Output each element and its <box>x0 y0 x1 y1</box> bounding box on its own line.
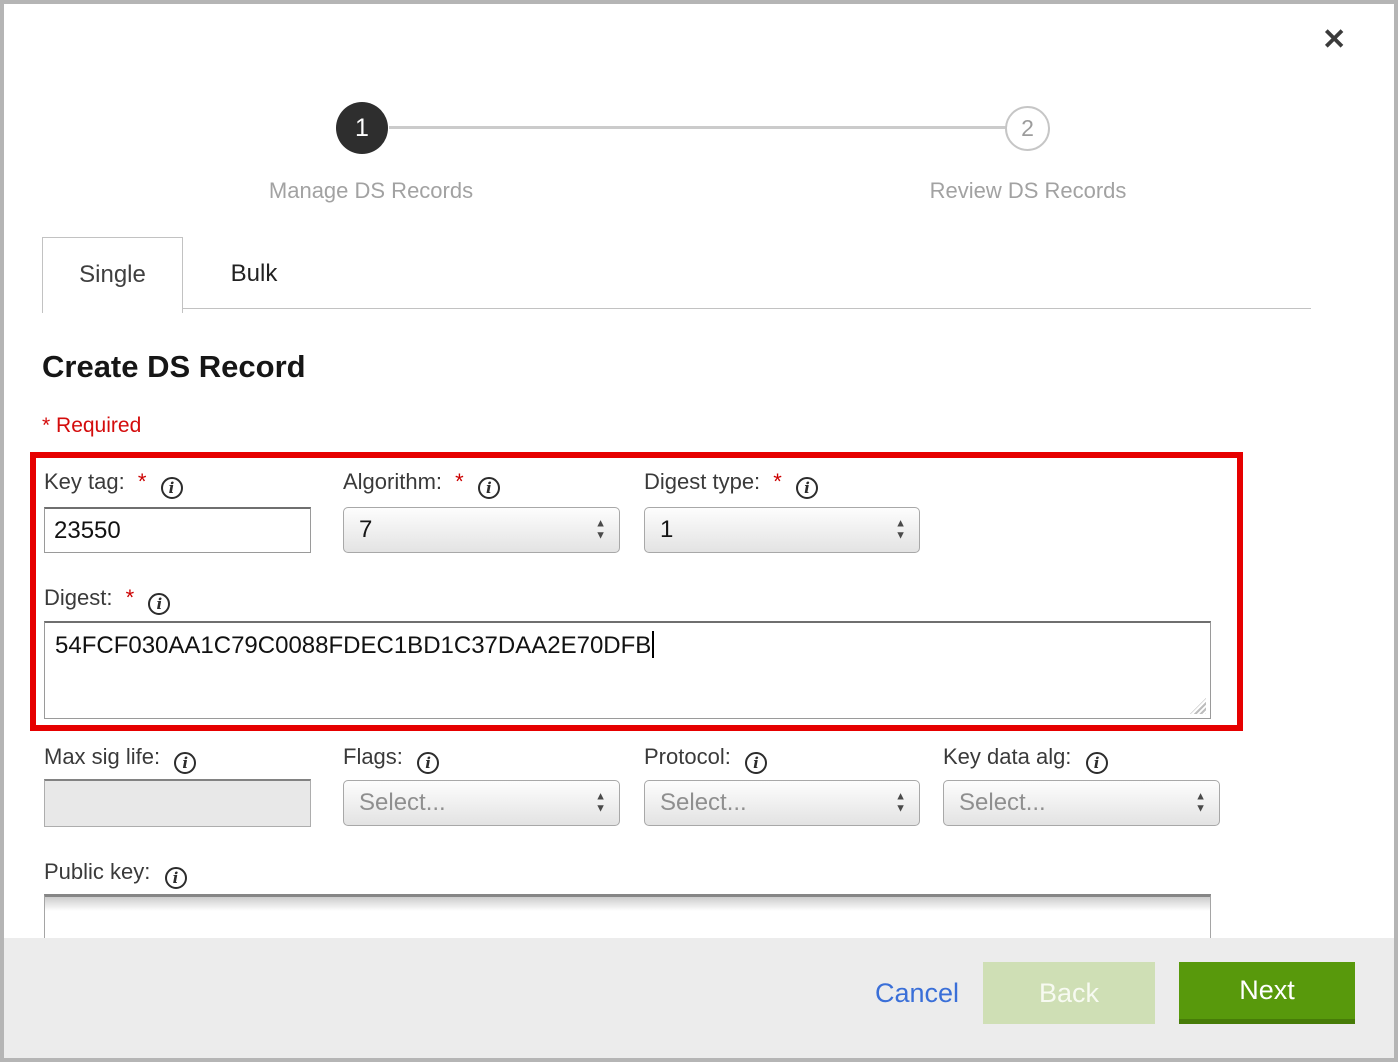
arrow-down-icon: ▼ <box>895 532 906 541</box>
required-legend-marker: * <box>42 414 50 437</box>
digest-type-select-value: 1 <box>660 516 673 544</box>
digest-type-label: Digest type: * i <box>644 469 818 499</box>
digest-textarea[interactable]: 54FCF030AA1C79C0088FDEC1BD1C37DAA2E70DFB <box>44 621 1211 719</box>
digest-value: 54FCF030AA1C79C0088FDEC1BD1C37DAA2E70DFB <box>55 632 651 659</box>
arrow-up-icon: ▲ <box>595 520 606 529</box>
text-caret <box>652 631 654 658</box>
page-title: Create DS Record <box>42 349 306 385</box>
arrow-up-icon: ▲ <box>895 793 906 802</box>
max-sig-life-input[interactable] <box>44 779 311 827</box>
cancel-button[interactable]: Cancel <box>875 978 959 1009</box>
arrow-up-icon: ▲ <box>895 520 906 529</box>
select-arrows-icon: ▲ ▼ <box>595 520 606 541</box>
protocol-label-text: Protocol: <box>644 744 731 769</box>
flags-select[interactable]: Select... ▲ ▼ <box>343 780 620 826</box>
arrow-down-icon: ▼ <box>895 805 906 814</box>
max-sig-life-label-text: Max sig life: <box>44 744 160 769</box>
info-icon[interactable]: i <box>161 477 183 499</box>
required-legend-text: Required <box>56 414 141 437</box>
digest-required-marker: * <box>126 585 135 610</box>
key-tag-input[interactable] <box>44 507 311 553</box>
digest-label-text: Digest: <box>44 585 112 610</box>
modal-footer: Cancel Back Next <box>0 938 1398 1062</box>
back-button[interactable]: Back <box>983 962 1155 1024</box>
flags-select-value: Select... <box>359 789 446 817</box>
close-icon[interactable]: ✕ <box>1322 22 1346 57</box>
digest-label: Digest: * i <box>44 585 170 615</box>
protocol-select-value: Select... <box>660 789 747 817</box>
arrow-up-icon: ▲ <box>1195 793 1206 802</box>
info-icon[interactable]: i <box>796 477 818 499</box>
select-arrows-icon: ▲ ▼ <box>895 520 906 541</box>
public-key-label: Public key: i <box>44 859 187 889</box>
protocol-select[interactable]: Select... ▲ ▼ <box>644 780 920 826</box>
algorithm-select[interactable]: 7 ▲ ▼ <box>343 507 620 553</box>
digest-type-label-text: Digest type: <box>644 469 760 494</box>
algorithm-required-marker: * <box>455 469 464 494</box>
arrow-down-icon: ▼ <box>595 532 606 541</box>
digest-type-select[interactable]: 1 ▲ ▼ <box>644 507 920 553</box>
info-icon[interactable]: i <box>148 593 170 615</box>
flags-label-text: Flags: <box>343 744 403 769</box>
step-2-indicator: 2 <box>1005 106 1050 151</box>
create-ds-record-modal: ✕ 1 2 Manage DS Records Review DS Record… <box>0 0 1398 1062</box>
public-key-label-text: Public key: <box>44 859 150 884</box>
info-icon[interactable]: i <box>745 752 767 774</box>
arrow-down-icon: ▼ <box>595 805 606 814</box>
info-icon[interactable]: i <box>174 752 196 774</box>
tab-bulk[interactable]: Bulk <box>184 240 324 308</box>
step-1-indicator: 1 <box>336 102 388 154</box>
key-data-alg-label: Key data alg: i <box>943 744 1108 774</box>
key-tag-label: Key tag: * i <box>44 469 183 499</box>
select-arrows-icon: ▲ ▼ <box>895 793 906 814</box>
next-button[interactable]: Next <box>1179 962 1355 1024</box>
key-data-alg-select[interactable]: Select... ▲ ▼ <box>943 780 1220 826</box>
info-icon[interactable]: i <box>417 752 439 774</box>
step-1-label: Manage DS Records <box>171 178 571 204</box>
tab-bar-divider <box>183 308 1311 309</box>
key-data-alg-select-value: Select... <box>959 789 1046 817</box>
key-tag-label-text: Key tag: <box>44 469 125 494</box>
select-arrows-icon: ▲ ▼ <box>1195 793 1206 814</box>
algorithm-select-value: 7 <box>359 516 372 544</box>
info-icon[interactable]: i <box>478 477 500 499</box>
info-icon[interactable]: i <box>165 867 187 889</box>
stepper-connector-line <box>389 126 1006 129</box>
info-icon[interactable]: i <box>1086 752 1108 774</box>
tab-single[interactable]: Single <box>42 237 183 313</box>
protocol-label: Protocol: i <box>644 744 767 774</box>
algorithm-label: Algorithm: * i <box>343 469 500 499</box>
step-2-label: Review DS Records <box>828 178 1228 204</box>
select-arrows-icon: ▲ ▼ <box>595 793 606 814</box>
flags-label: Flags: i <box>343 744 439 774</box>
key-tag-required-marker: * <box>138 469 147 494</box>
arrow-up-icon: ▲ <box>595 793 606 802</box>
digest-type-required-marker: * <box>773 469 782 494</box>
required-legend: * Required <box>42 414 141 438</box>
max-sig-life-label: Max sig life: i <box>44 744 196 774</box>
algorithm-label-text: Algorithm: <box>343 469 442 494</box>
key-data-alg-label-text: Key data alg: <box>943 744 1071 769</box>
resize-handle-icon[interactable] <box>1190 698 1206 714</box>
arrow-down-icon: ▼ <box>1195 805 1206 814</box>
